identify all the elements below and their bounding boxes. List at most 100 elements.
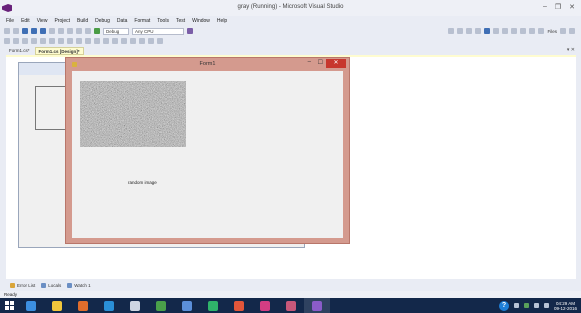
properties-icon[interactable] xyxy=(457,28,464,34)
configuration-select[interactable]: Debug xyxy=(103,27,129,35)
undo-icon[interactable] xyxy=(76,28,82,34)
save-all-icon[interactable] xyxy=(40,28,46,34)
menu-data[interactable]: Data xyxy=(117,18,128,24)
menu-tools[interactable]: Tools xyxy=(157,18,169,24)
vs-titlebar: gray (Running) - Microsoft Visual Studio… xyxy=(0,0,581,16)
taskbar-app-button[interactable] xyxy=(122,298,148,313)
center-horizontally-icon[interactable] xyxy=(103,38,109,44)
restore-button[interactable]: ❐ xyxy=(555,3,561,11)
random-noise-image xyxy=(80,81,186,147)
bring-to-front-icon[interactable] xyxy=(121,38,127,44)
layout-toolbar xyxy=(0,36,581,46)
menu-view[interactable]: View xyxy=(37,18,48,24)
align-left-icon[interactable] xyxy=(4,38,10,44)
threads-icon[interactable] xyxy=(569,28,575,34)
tab-watch-1[interactable]: Watch 1 xyxy=(67,282,91,288)
taskbar-app-button[interactable] xyxy=(18,298,44,313)
horizontal-spacing-icon[interactable] xyxy=(85,38,91,44)
menu-test[interactable]: Test xyxy=(176,18,185,24)
tab-form1-code[interactable]: Form1.cs* xyxy=(6,47,33,55)
cut-icon[interactable] xyxy=(49,28,55,34)
tab-form1-design[interactable]: Form1.cs [Design]* xyxy=(34,47,84,55)
help-icon[interactable]: ? xyxy=(498,300,509,311)
edge-icon xyxy=(26,300,36,311)
tab-overflow-controls[interactable]: ▾ ✕ xyxy=(567,47,575,53)
menu-window[interactable]: Window xyxy=(192,18,210,24)
menu-debug[interactable]: Debug xyxy=(95,18,110,24)
taskbar-app-button[interactable] xyxy=(70,298,96,313)
object-browser-icon[interactable] xyxy=(466,28,473,34)
network-icon[interactable] xyxy=(523,303,529,308)
clock[interactable]: 04:29 AM 09-12-2016 xyxy=(554,301,577,311)
paste-icon[interactable] xyxy=(67,28,73,34)
show-hidden-icons-icon[interactable] xyxy=(513,303,519,308)
tab-error-list[interactable]: Error List xyxy=(10,282,35,288)
step-over-icon[interactable] xyxy=(529,28,536,34)
make-same-width-icon[interactable] xyxy=(58,38,64,44)
menu-build[interactable]: Build xyxy=(77,18,88,24)
open-file-icon[interactable] xyxy=(22,28,28,34)
running-form-titlebar[interactable]: Form1 – ☐ ✕ xyxy=(66,58,349,71)
make-same-height-icon[interactable] xyxy=(67,38,73,44)
add-item-icon[interactable] xyxy=(13,28,19,34)
minimize-button[interactable]: – xyxy=(543,3,547,11)
break-all-icon[interactable] xyxy=(493,28,500,34)
platform-select[interactable]: Any CPU xyxy=(132,27,184,35)
taskbar-app-button[interactable] xyxy=(226,298,252,313)
volume-icon[interactable] xyxy=(543,303,549,308)
redo-icon[interactable] xyxy=(85,28,91,34)
copy-icon[interactable] xyxy=(58,28,64,34)
form-minimize-button[interactable]: – xyxy=(308,59,311,65)
taskbar-app-button[interactable] xyxy=(278,298,304,313)
form-maximize-button[interactable]: ☐ xyxy=(318,59,323,66)
window-title: gray (Running) - Microsoft Visual Studio xyxy=(237,4,344,10)
align-top-icon[interactable] xyxy=(31,38,37,44)
save-icon[interactable] xyxy=(31,28,37,34)
center-vertically-icon[interactable] xyxy=(112,38,118,44)
taskbar-app-button[interactable] xyxy=(44,298,70,313)
taskbar-app-button[interactable] xyxy=(252,298,278,313)
stop-debugging-icon[interactable] xyxy=(502,28,509,34)
running-form-window[interactable]: Form1 – ☐ ✕ random image xyxy=(65,57,350,244)
menu-format[interactable]: Format xyxy=(134,18,150,24)
find-icon[interactable] xyxy=(187,28,193,34)
grid-icon[interactable] xyxy=(157,38,163,44)
menu-edit[interactable]: Edit xyxy=(21,18,30,24)
tool-window-tabs: Error List Locals Watch 1 xyxy=(10,281,91,289)
taskbar-app-button[interactable] xyxy=(148,298,174,313)
taskbar-app-button[interactable] xyxy=(304,298,330,313)
running-form-client: random image xyxy=(72,71,343,238)
step-out-icon[interactable] xyxy=(538,28,545,34)
toolbox-icon[interactable] xyxy=(475,28,482,34)
send-to-back-icon[interactable] xyxy=(130,38,136,44)
taskbar-app-button[interactable] xyxy=(96,298,122,313)
taskbar-app-button[interactable] xyxy=(200,298,226,313)
align-bottom-icon[interactable] xyxy=(49,38,55,44)
menu-help[interactable]: Help xyxy=(217,18,227,24)
vertical-spacing-icon[interactable] xyxy=(94,38,100,44)
new-project-icon[interactable] xyxy=(4,28,10,34)
start-button[interactable] xyxy=(0,298,18,313)
make-same-size-icon[interactable] xyxy=(76,38,82,44)
align-right-icon[interactable] xyxy=(22,38,28,44)
tab-locals[interactable]: Locals xyxy=(41,282,61,288)
tab-order-icon[interactable] xyxy=(139,38,145,44)
form-close-button[interactable]: ✕ xyxy=(326,59,346,68)
battery-icon[interactable] xyxy=(533,303,539,308)
align-center-icon[interactable] xyxy=(13,38,19,44)
menu-file[interactable]: File xyxy=(6,18,14,24)
taskbar-apps xyxy=(18,298,330,313)
start-debugging-icon[interactable] xyxy=(94,28,100,34)
close-button[interactable]: ✕ xyxy=(569,3,575,11)
hex-icon[interactable] xyxy=(560,28,566,34)
watch-icon xyxy=(67,282,73,288)
solution-explorer-icon[interactable] xyxy=(448,28,455,34)
restart-icon[interactable] xyxy=(511,28,518,34)
files-label[interactable]: Files xyxy=(547,29,557,34)
lock-controls-icon[interactable] xyxy=(148,38,154,44)
menu-project[interactable]: Project xyxy=(54,18,70,24)
taskbar-app-button[interactable] xyxy=(174,298,200,313)
continue-icon[interactable] xyxy=(484,28,491,34)
align-middle-icon[interactable] xyxy=(40,38,46,44)
step-into-icon[interactable] xyxy=(520,28,527,34)
